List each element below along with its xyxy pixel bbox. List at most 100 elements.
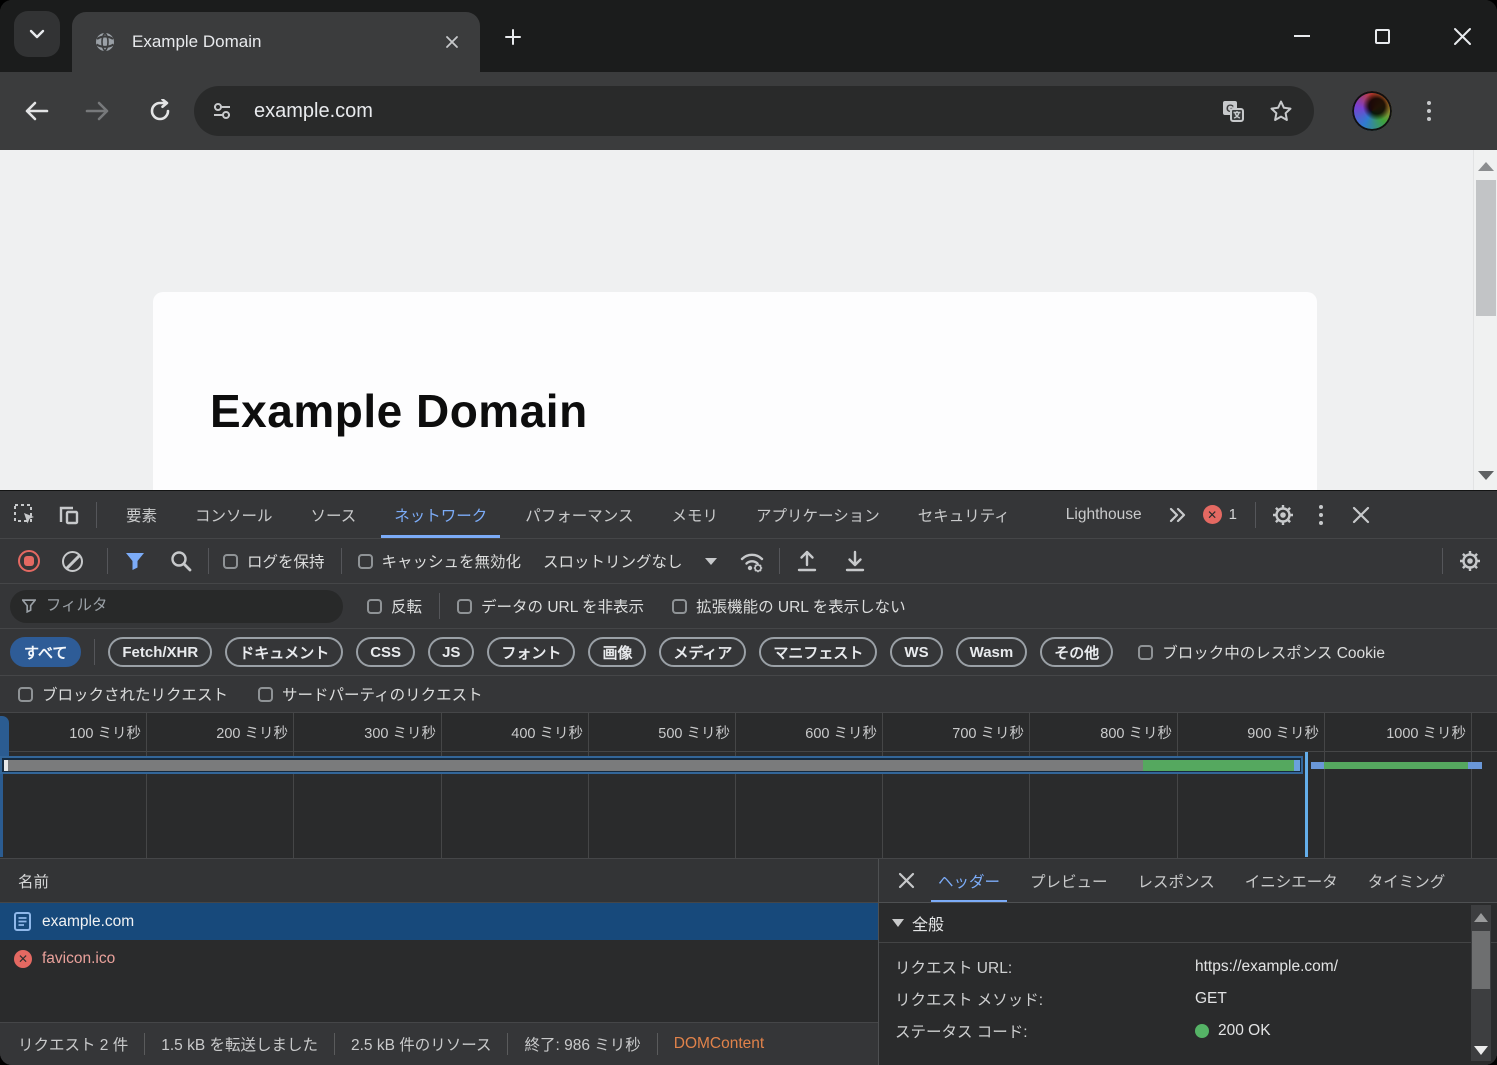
close-icon	[446, 36, 458, 48]
network-conditions-button[interactable]	[735, 545, 769, 577]
tab-security[interactable]: セキュリティ	[899, 491, 1029, 538]
network-settings-button[interactable]	[1453, 545, 1487, 577]
filter-toggle-button[interactable]	[118, 545, 152, 577]
devtools-panel: 要素 コンソール ソース ネットワーク パフォーマンス メモリ アプリケーション…	[0, 490, 1497, 1065]
details-tab-headers[interactable]: ヘッダー	[923, 859, 1015, 902]
maximize-button[interactable]	[1365, 19, 1399, 53]
more-tabs-button[interactable]	[1161, 499, 1195, 531]
chip-document[interactable]: ドキュメント	[225, 637, 344, 667]
url-text[interactable]: example.com	[254, 100, 1216, 123]
chip-media[interactable]: メディア	[659, 637, 747, 667]
minimize-button[interactable]	[1285, 19, 1319, 53]
forward-button[interactable]	[76, 89, 120, 133]
chip-js[interactable]: JS	[428, 637, 475, 667]
tune-icon	[214, 103, 230, 119]
chip-font[interactable]: フォント	[487, 637, 576, 667]
details-close-button[interactable]	[889, 864, 923, 898]
chip-ws[interactable]: WS	[890, 637, 943, 667]
field-request-method: リクエスト メソッド: GET	[895, 990, 1227, 1009]
chip-all[interactable]: すべて	[10, 637, 82, 667]
timeline-tick: 700 ミリ秒	[952, 726, 1024, 742]
third-party-requests-checkbox[interactable]: サードパーティのリクエスト	[258, 683, 483, 705]
devtools-close-button[interactable]	[1344, 499, 1378, 531]
tab-application[interactable]: アプリケーション	[737, 491, 899, 538]
bookmark-button[interactable]	[1264, 95, 1298, 127]
tab-network[interactable]: ネットワーク	[375, 491, 506, 538]
details-tab-timing[interactable]: タイミング	[1353, 859, 1461, 902]
export-har-button[interactable]	[838, 545, 872, 577]
details-tab-preview[interactable]: プレビュー	[1015, 859, 1123, 902]
blocked-requests-checkbox[interactable]: ブロックされたリクエスト	[18, 683, 228, 705]
tab-performance[interactable]: パフォーマンス	[506, 491, 652, 538]
browser-toolbar: example.com G	[0, 72, 1497, 150]
tab-lighthouse[interactable]: Lighthouse	[1047, 491, 1161, 538]
page-scrollbar[interactable]	[1473, 150, 1497, 490]
tab-console[interactable]: コンソール	[176, 491, 292, 538]
translate-button[interactable]: G	[1216, 95, 1250, 127]
throttling-select[interactable]: スロットリングなし	[543, 550, 717, 572]
browser-menu-button[interactable]	[1414, 89, 1444, 133]
tab-memory[interactable]: メモリ	[652, 491, 737, 538]
tab-close-button[interactable]	[438, 28, 466, 56]
details-tabbar: ヘッダー プレビュー レスポンス イニシエータ タイミング	[879, 859, 1497, 903]
network-overview-timeline[interactable]: 100 ミリ秒 200 ミリ秒 300 ミリ秒 400 ミリ秒 500 ミリ秒 …	[0, 713, 1497, 859]
details-tab-initiator[interactable]: イニシエータ	[1230, 859, 1353, 902]
checkbox-icon	[258, 686, 274, 702]
titlebar: Example Domain	[0, 0, 1497, 72]
close-window-button[interactable]	[1445, 19, 1479, 53]
invert-checkbox[interactable]: 反転	[367, 595, 422, 617]
general-section-header[interactable]: 全般	[879, 903, 1497, 943]
scroll-up-arrow[interactable]	[1474, 913, 1488, 922]
waterfall-blue-cap	[1294, 759, 1300, 771]
new-tab-button[interactable]	[496, 20, 530, 54]
details-scrollbar[interactable]	[1471, 905, 1491, 1061]
transferred-size: 1.5 kB を転送しました	[161, 1037, 318, 1054]
devtools-menu-button[interactable]	[1306, 493, 1336, 537]
clear-button[interactable]	[62, 550, 83, 572]
chip-wasm[interactable]: Wasm	[955, 637, 1028, 667]
waterfall-waiting-bar[interactable]	[4, 759, 1143, 771]
device-toolbar-button[interactable]	[52, 499, 86, 531]
filter-input[interactable]	[45, 597, 331, 615]
details-tab-response[interactable]: レスポンス	[1123, 859, 1230, 902]
record-button[interactable]	[18, 550, 40, 572]
address-bar[interactable]: example.com G	[194, 86, 1314, 136]
scroll-down-arrow[interactable]	[1474, 1046, 1488, 1055]
domcontentloaded-marker	[1305, 752, 1308, 857]
hide-extension-urls-checkbox[interactable]: 拡張機能の URL を表示しない	[672, 595, 906, 617]
divider	[333, 1033, 335, 1055]
search-button[interactable]	[164, 545, 198, 577]
chip-manifest[interactable]: マニフェスト	[759, 637, 878, 667]
filter-input-wrap[interactable]	[10, 589, 343, 623]
browser-window: Example Domain example.com G Example Dom…	[0, 0, 1497, 1065]
chip-css[interactable]: CSS	[356, 637, 416, 667]
inspect-element-button[interactable]	[8, 499, 42, 531]
reload-button[interactable]	[138, 89, 182, 133]
scroll-down-arrow[interactable]	[1478, 471, 1494, 480]
favicon-download-bar[interactable]	[1324, 762, 1468, 769]
browser-tab[interactable]: Example Domain	[72, 12, 480, 72]
disable-cache-checkbox[interactable]: キャッシュを無効化	[357, 550, 521, 572]
globe-icon	[96, 32, 114, 52]
waterfall-download-bar[interactable]	[1143, 759, 1294, 771]
tab-sources[interactable]: ソース	[292, 491, 376, 538]
forward-icon	[85, 101, 109, 121]
profile-avatar[interactable]	[1352, 91, 1392, 131]
scroll-up-arrow[interactable]	[1478, 162, 1494, 171]
chip-other[interactable]: その他	[1040, 637, 1114, 667]
scrollbar-thumb[interactable]	[1476, 180, 1496, 316]
back-button[interactable]	[14, 89, 58, 133]
error-icon: ✕	[1202, 505, 1222, 524]
tab-elements[interactable]: 要素	[107, 491, 176, 538]
chip-image[interactable]: 画像	[588, 637, 647, 667]
devtools-settings-button[interactable]	[1266, 499, 1300, 531]
preserve-log-checkbox[interactable]: ログを保持	[223, 550, 325, 572]
site-info-button[interactable]	[204, 93, 240, 129]
error-badge[interactable]: ✕ 1	[1202, 505, 1237, 524]
chip-fetch-xhr[interactable]: Fetch/XHR	[108, 637, 213, 667]
tab-search-button[interactable]	[14, 11, 60, 57]
hide-data-urls-checkbox[interactable]: データの URL を非表示	[457, 595, 644, 617]
import-har-button[interactable]	[790, 545, 824, 577]
scrollbar-thumb[interactable]	[1472, 931, 1490, 989]
blocked-cookies-checkbox[interactable]: ブロック中のレスポンス Cookie	[1138, 641, 1385, 663]
